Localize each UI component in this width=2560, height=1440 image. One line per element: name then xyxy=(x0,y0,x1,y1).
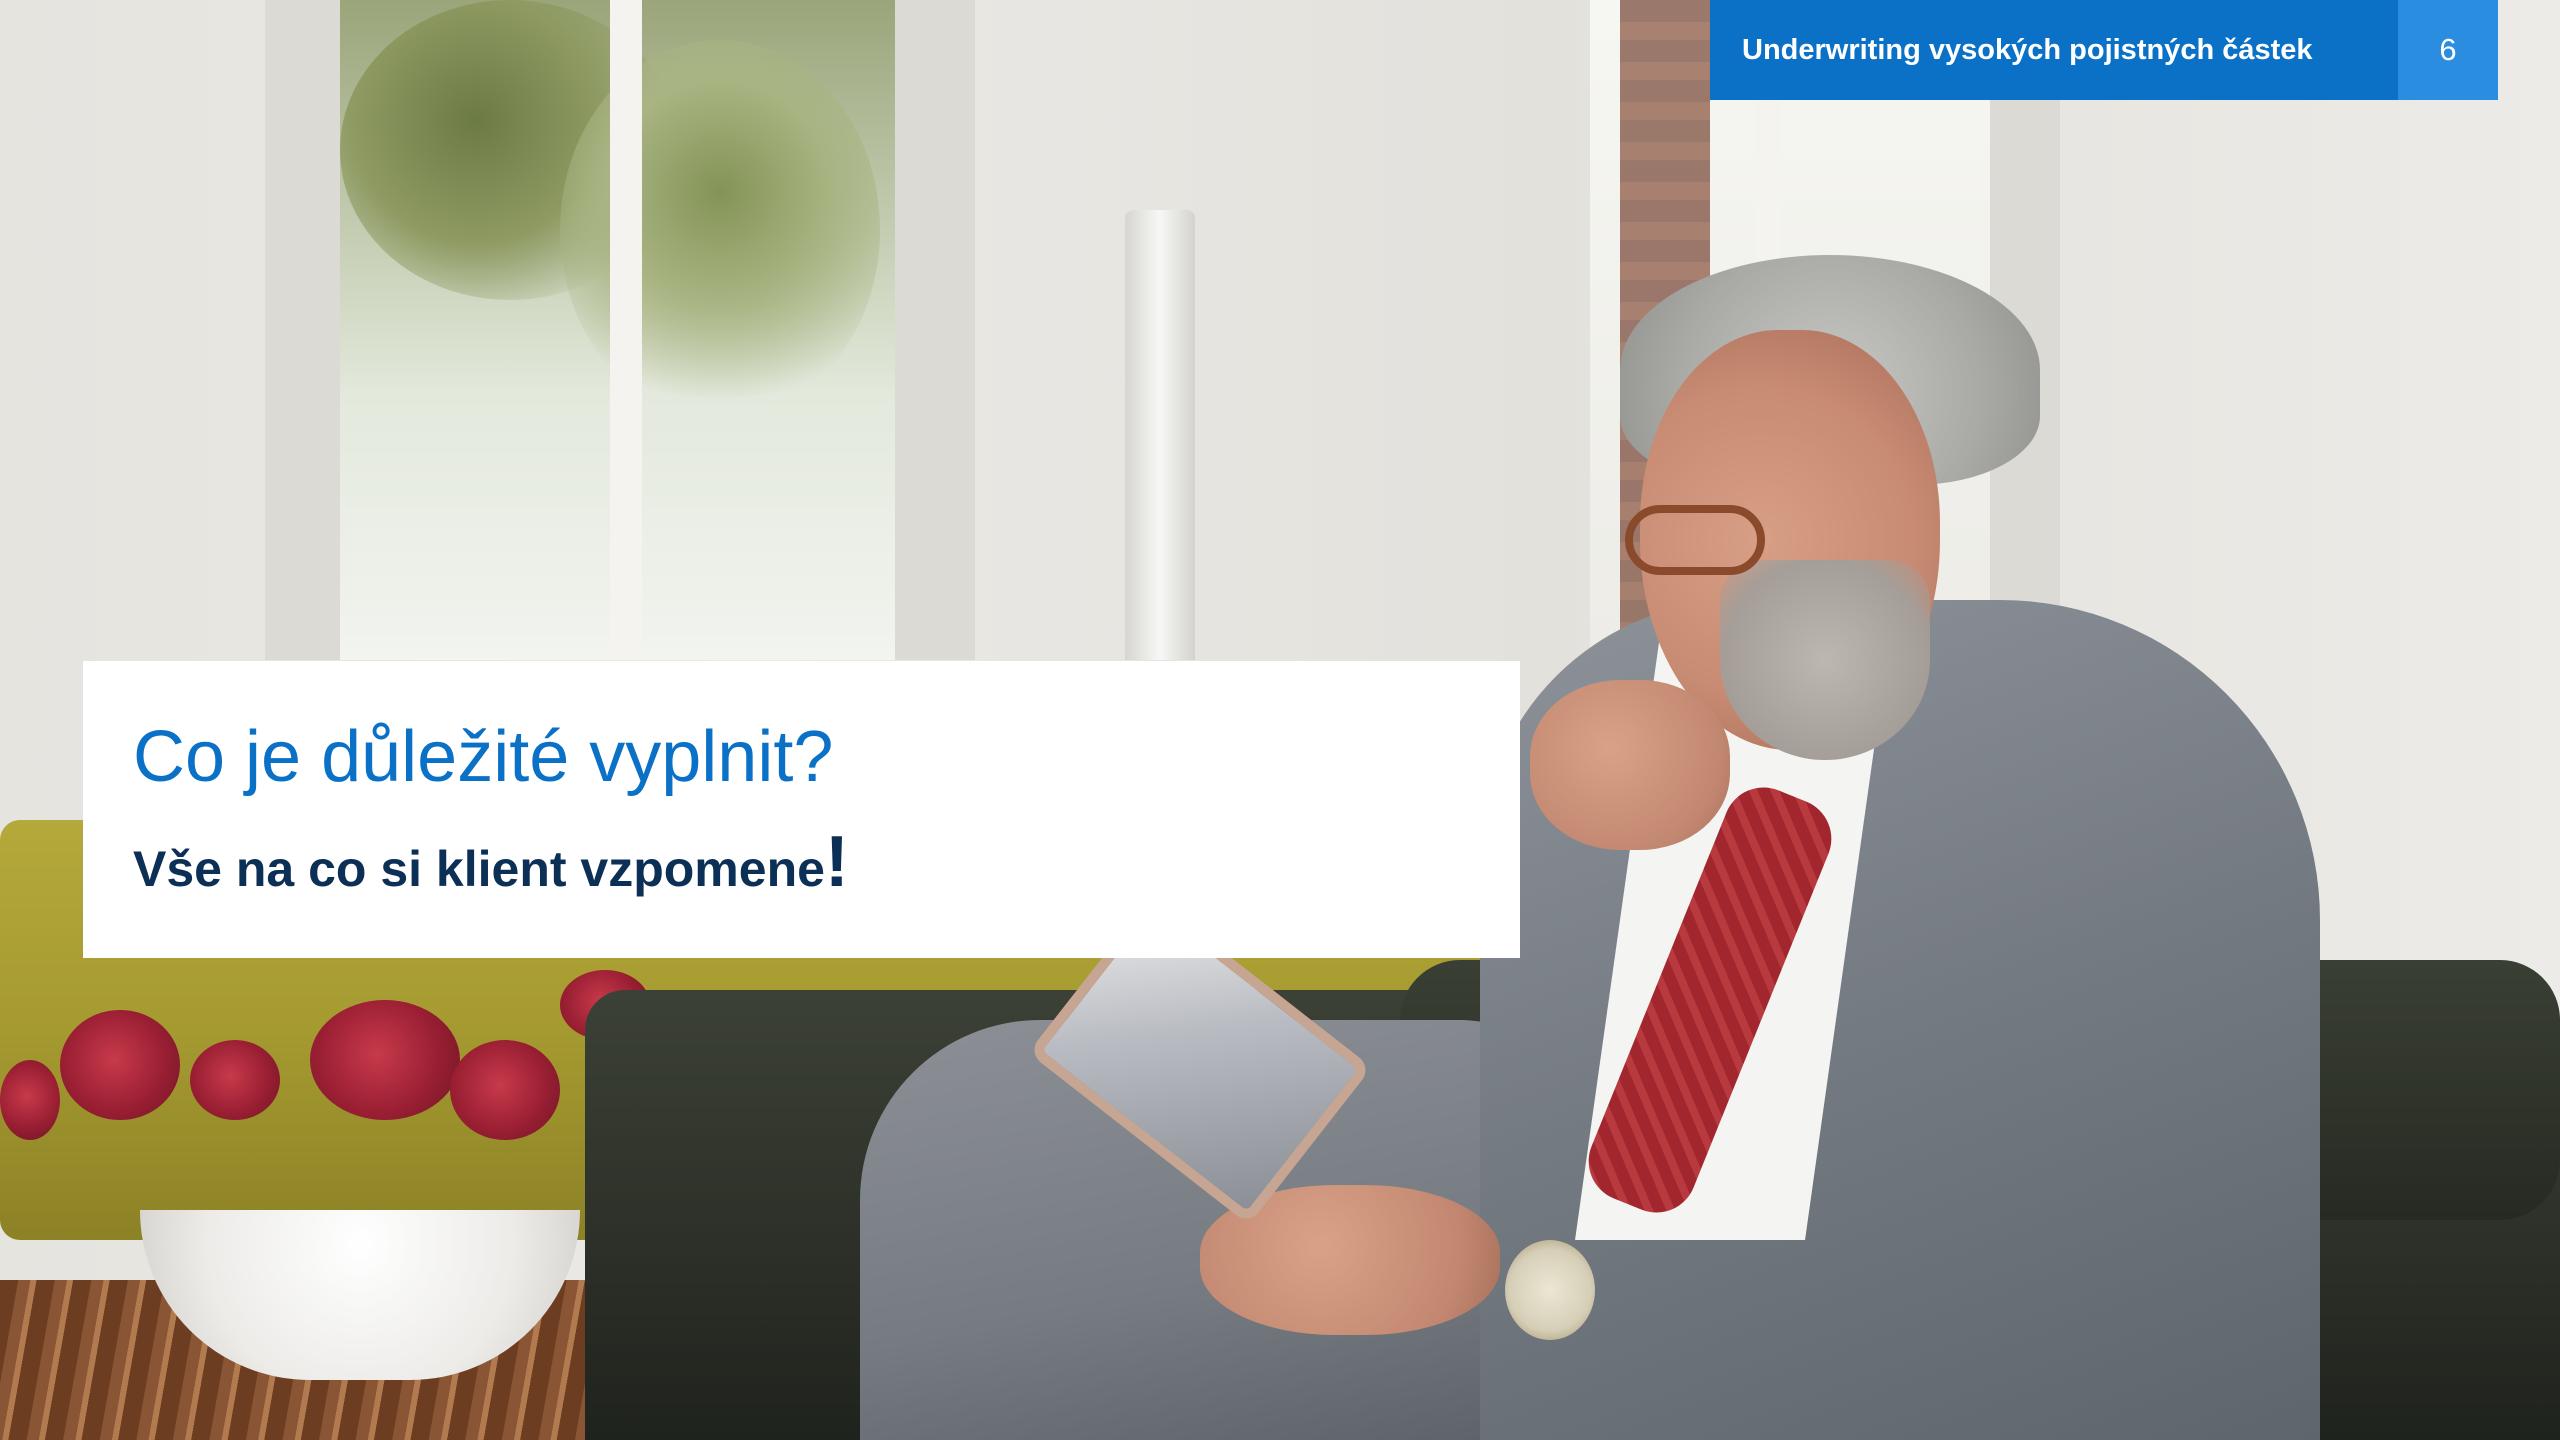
page-number: 6 xyxy=(2398,0,2498,100)
header-bar: Underwriting vysokých pojistných částek … xyxy=(1710,0,2498,100)
slide-subheading-exclamation: ! xyxy=(824,822,849,902)
title-card: Co je důležité vyplnit? Vše na co si kli… xyxy=(83,661,1520,958)
slide-heading: Co je důležité vyplnit? xyxy=(133,717,834,797)
presentation-title: Underwriting vysokých pojistných částek xyxy=(1710,0,2398,100)
slide: Underwriting vysokých pojistných částek … xyxy=(0,0,2560,1440)
slide-subheading: Vše na co si klient vzpomene! xyxy=(133,821,849,903)
slide-subheading-text: Vše na co si klient vzpomene xyxy=(133,841,825,897)
